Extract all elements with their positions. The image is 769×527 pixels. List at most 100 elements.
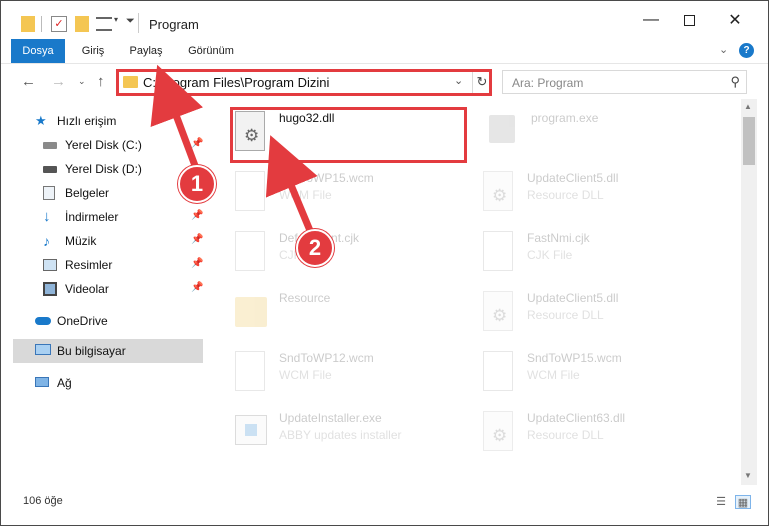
blank-file-icon <box>233 229 267 273</box>
file-name: UpdateInstaller.exe <box>279 411 382 425</box>
file-type: WCM File <box>279 368 332 382</box>
file-defaultfont-cjk[interactable]: DefaultFont.cjk CJK File <box>233 229 473 287</box>
properties-icon[interactable]: ✓ <box>51 16 67 32</box>
tab-home[interactable]: Giriş <box>71 39 115 63</box>
blank-file-icon <box>481 229 515 273</box>
music-icon: ♪ <box>43 233 50 249</box>
file-name: SndToWP15.wcm <box>527 351 622 365</box>
folder-resource[interactable]: Resource <box>233 289 473 347</box>
file-name: UpdateClient5.dll <box>527 291 619 305</box>
qa-dropdown-icon[interactable]: ▾ <box>114 15 118 33</box>
details-view-button[interactable]: ☰ <box>713 495 729 509</box>
ribbon-tabs: Dosya Giriş Paylaş Görünüm ⌄ ? <box>1 39 768 63</box>
sidebar-item-quick-access[interactable]: ★ Hızlı erişim <box>1 109 207 133</box>
drive-icon <box>43 166 57 173</box>
folder-icon <box>233 289 267 333</box>
explorer-window: ✓ ▾ ⏷ Program — ✕ Dosya Giriş Paylaş Gör… <box>0 0 769 526</box>
divider <box>41 16 42 32</box>
large-icons-view-icon: ▦ <box>737 497 749 509</box>
pin-icon[interactable]: 📌 <box>191 282 203 293</box>
expand-ribbon-icon[interactable]: ⌄ <box>719 43 728 56</box>
sidebar-item-network[interactable]: Ağ <box>1 371 207 395</box>
pictures-icon <box>43 259 57 271</box>
sidebar-item-documents[interactable]: Belgeler 📌 <box>1 181 207 205</box>
navigation-row: ← → ⌄ ↑ C:\Program Files\Program Dizini … <box>1 63 768 99</box>
new-folder-icon[interactable] <box>75 16 89 32</box>
details-view-icon: ☰ <box>716 496 726 508</box>
sidebar-item-disk-c[interactable]: Yerel Disk (C:) 📌 <box>1 133 207 157</box>
tab-file[interactable]: Dosya <box>11 39 65 63</box>
file-updateclient5-dll-2[interactable]: ⚙ UpdateClient5.dll Resource DLL <box>481 289 721 347</box>
file-updateclient63-dll[interactable]: ⚙ UpdateClient63.dll Resource DLL <box>481 409 721 467</box>
search-box[interactable]: Ara: Program ⚲ <box>502 70 747 94</box>
blank-file-icon <box>233 349 267 393</box>
sidebar-item-label: Bu bilgisayar <box>57 344 126 358</box>
video-icon <box>43 282 57 296</box>
scroll-up-icon[interactable]: ▲ <box>744 102 752 111</box>
forward-button[interactable]: → <box>51 73 66 90</box>
step-badge-1: 1 <box>178 165 216 203</box>
scroll-thumb[interactable] <box>743 117 755 165</box>
documents-icon <box>43 186 55 200</box>
maximize-button[interactable] <box>666 1 712 39</box>
back-button[interactable]: ← <box>21 73 36 90</box>
customize-icon[interactable]: ⏷ <box>126 15 135 33</box>
pin-icon[interactable]: 📌 <box>191 210 203 221</box>
sidebar-item-videos[interactable]: Videolar 📌 <box>1 277 207 301</box>
file-type: Resource DLL <box>527 188 604 202</box>
blank-file-icon <box>233 169 267 213</box>
vertical-scrollbar[interactable]: ▲ ▼ <box>741 99 757 485</box>
file-type: WCM File <box>527 368 580 382</box>
computer-icon <box>35 344 51 355</box>
file-name: Resource <box>279 291 331 305</box>
highlight-file-box <box>230 107 467 163</box>
close-button[interactable]: ✕ <box>712 1 758 39</box>
download-icon: ↓ <box>43 208 51 225</box>
view-icon[interactable] <box>96 17 112 31</box>
file-sndtowp15-wcm-2[interactable]: SndToWP15.wcm WCM File <box>481 349 721 407</box>
file-updateclient5-dll[interactable]: ⚙ UpdateClient5.dll Resource DLL <box>481 169 721 227</box>
file-type: WCM File <box>279 188 332 202</box>
file-fastnmi-cjk[interactable]: FastNmi.cjk CJK File <box>481 229 721 287</box>
sidebar-item-this-pc[interactable]: Bu bilgisayar <box>13 339 203 363</box>
help-icon[interactable]: ? <box>739 43 754 58</box>
pin-icon[interactable]: 📌 <box>191 138 203 149</box>
item-count: 106 öğe <box>23 495 63 507</box>
search-icon[interactable]: ⚲ <box>730 74 740 90</box>
sidebar-item-music[interactable]: ♪ Müzik 📌 <box>1 229 207 253</box>
file-sndtowp12-wcm[interactable]: SndToWP12.wcm WCM File <box>233 349 473 407</box>
sidebar-item-onedrive[interactable]: OneDrive <box>1 309 207 333</box>
up-button[interactable]: ↑ <box>97 73 105 90</box>
dll-file-icon: ⚙ <box>481 289 515 333</box>
sidebar-item-label: Yerel Disk (D:) <box>65 162 142 176</box>
pin-icon[interactable]: 📌 <box>191 258 203 269</box>
sidebar-item-downloads[interactable]: ↓ İndirmeler 📌 <box>1 205 207 229</box>
file-program-exe[interactable]: program.exe <box>485 109 725 167</box>
sidebar-item-label: Videolar <box>65 282 109 296</box>
file-type: Resource DLL <box>527 308 604 322</box>
file-type: Resource DLL <box>527 428 604 442</box>
file-list: ⚙ hugo32.dll program.exe SndToWP15.wcm W… <box>207 99 741 485</box>
file-updateinstaller-exe[interactable]: UpdateInstaller.exe ABBY updates install… <box>233 409 473 467</box>
file-type: CJK File <box>527 248 573 262</box>
drive-icon <box>43 142 57 149</box>
window-title: Program <box>149 17 199 32</box>
sidebar-item-pictures[interactable]: Resimler 📌 <box>1 253 207 277</box>
scroll-down-icon[interactable]: ▼ <box>744 471 752 480</box>
file-type: ABBY updates installer <box>279 428 402 442</box>
recent-locations-icon[interactable]: ⌄ <box>78 76 86 87</box>
large-icons-view-button[interactable]: ▦ <box>735 495 751 509</box>
sidebar-item-label: OneDrive <box>57 314 108 328</box>
dll-file-icon: ⚙ <box>481 169 515 213</box>
file-sndtowp15-wcm[interactable]: SndToWP15.wcm WCM File <box>233 169 473 227</box>
close-icon: ✕ <box>728 12 742 29</box>
file-name: program.exe <box>531 111 599 125</box>
search-placeholder: Ara: Program <box>512 76 584 90</box>
status-bar: 106 öğe ☰ ▦ <box>1 485 768 525</box>
sidebar-item-label: İndirmeler <box>65 210 119 224</box>
pin-icon[interactable]: 📌 <box>191 234 203 245</box>
tab-view[interactable]: Görünüm <box>181 39 241 63</box>
tab-share[interactable]: Paylaş <box>121 39 171 63</box>
sidebar-item-label: Hızlı erişim <box>57 114 117 128</box>
sidebar-item-disk-d[interactable]: Yerel Disk (D:) <box>1 157 207 181</box>
